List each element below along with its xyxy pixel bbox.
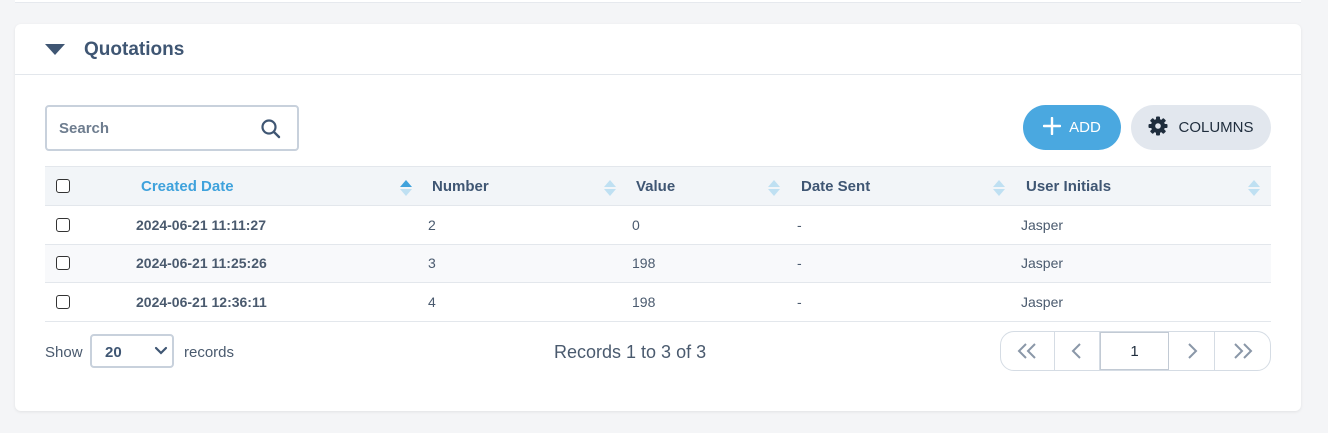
next-page-icon [1187, 343, 1197, 359]
select-all-checkbox[interactable] [56, 179, 70, 193]
sort-icon[interactable] [992, 179, 1006, 197]
sort-icon[interactable] [399, 179, 413, 197]
cell-created-date: 2024-06-21 11:11:27 [136, 216, 266, 233]
row-checkbox[interactable] [56, 294, 70, 309]
quotations-card: Quotations ADD [15, 24, 1301, 411]
table-row[interactable]: 2024-06-21 12:36:11 4 198 - Jasper [45, 283, 1271, 322]
sort-icon[interactable] [1247, 179, 1261, 197]
cell-date-sent: - [797, 293, 802, 310]
prev-page-button[interactable] [1055, 332, 1101, 370]
cell-value: 0 [632, 216, 640, 233]
quotations-table: Created Date Number Value Date Sent User… [45, 166, 1271, 322]
page-size-value: 20 [105, 344, 122, 361]
last-page-button[interactable] [1215, 332, 1270, 370]
cell-value: 198 [632, 293, 656, 310]
header-number[interactable]: Number [432, 167, 489, 205]
cell-number: 4 [428, 293, 436, 310]
search-box [45, 105, 299, 151]
table-row[interactable]: 2024-06-21 11:11:27 2 0 - Jasper [45, 206, 1271, 245]
caret-down-icon[interactable] [45, 44, 65, 55]
columns-button[interactable]: COLUMNS [1131, 105, 1271, 150]
select-all-cell [56, 167, 70, 205]
page-size-select[interactable]: 20 [90, 334, 174, 368]
gear-icon [1148, 116, 1168, 140]
page-number[interactable]: 1 [1100, 332, 1169, 370]
header-value[interactable]: Value [636, 167, 675, 205]
last-page-icon [1233, 343, 1253, 359]
cell-user-initials: Jasper [1021, 293, 1064, 310]
cell-date-sent: - [797, 255, 802, 272]
sort-icon[interactable] [767, 179, 781, 197]
cell-value: 198 [632, 255, 656, 272]
first-page-icon [1017, 343, 1037, 359]
previous-card-edge [15, 0, 1301, 3]
cell-date-sent: - [797, 216, 802, 233]
sort-icon[interactable] [603, 179, 617, 197]
pagination: 1 [1000, 331, 1271, 371]
cell-created-date: 2024-06-21 11:25:26 [136, 255, 267, 272]
next-page-button[interactable] [1169, 332, 1216, 370]
records-label: records [184, 344, 235, 361]
table-row[interactable]: 2024-06-21 11:25:26 3 198 - Jasper [45, 244, 1271, 283]
cell-user-initials: Jasper [1021, 216, 1064, 233]
search-input[interactable] [59, 117, 239, 139]
table-footer: Show 20 records Records 1 to 3 of 3 1 [45, 331, 1271, 372]
header-date-sent[interactable]: Date Sent [801, 167, 870, 205]
show-label: Show [45, 344, 83, 361]
records-info: Records 1 to 3 of 3 [554, 342, 707, 362]
columns-button-label: COLUMNS [1178, 119, 1254, 136]
card-title: Quotations [84, 39, 185, 60]
search-icon[interactable] [260, 118, 282, 145]
add-button-label: ADD [1069, 119, 1101, 136]
table-header-row: Created Date Number Value Date Sent User… [45, 166, 1271, 206]
cell-number: 3 [428, 255, 436, 272]
first-page-button[interactable] [1001, 332, 1055, 370]
header-user-initials[interactable]: User Initials [1026, 167, 1111, 205]
cell-user-initials: Jasper [1021, 255, 1064, 272]
add-button[interactable]: ADD [1023, 105, 1121, 150]
row-checkbox[interactable] [56, 217, 70, 232]
cell-number: 2 [428, 216, 436, 233]
chevron-down-icon [154, 346, 168, 355]
cell-created-date: 2024-06-21 12:36:11 [136, 293, 267, 310]
row-checkbox[interactable] [56, 256, 70, 271]
prev-page-icon [1071, 343, 1081, 359]
header-created-date[interactable]: Created Date [141, 167, 234, 205]
card-header[interactable]: Quotations [15, 24, 1301, 75]
plus-icon [1042, 116, 1062, 139]
